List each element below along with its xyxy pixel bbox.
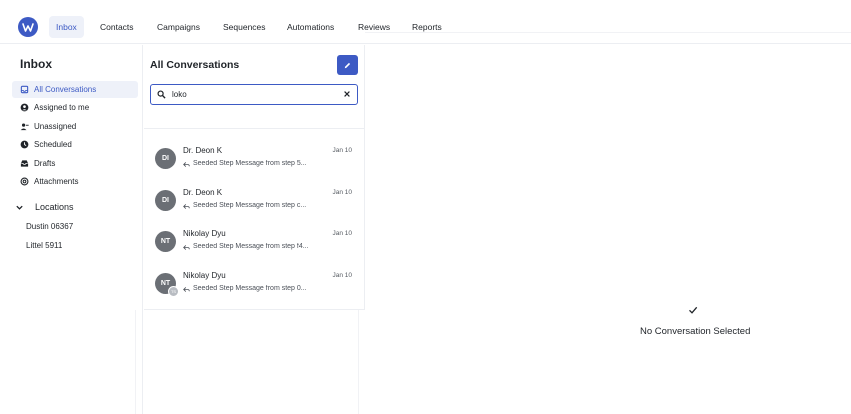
message-preview: Seeded Step Message from step f4... (183, 243, 318, 250)
inbox-icon (20, 85, 29, 94)
location-item-littel[interactable]: Littel 5911 (26, 241, 62, 250)
sidebar-item-drafts[interactable]: Drafts (12, 155, 138, 172)
message-preview-text: Seeded Step Message from step 5... (193, 160, 307, 167)
conversation-date: Jan 10 (332, 230, 352, 237)
sidebar-item-label: Unassigned (34, 122, 77, 131)
assignee-badge: TS (168, 286, 179, 297)
pencil-icon (344, 62, 351, 68)
tab-sequences[interactable]: Sequences (216, 16, 273, 38)
conversation-date: Jan 10 (332, 189, 352, 196)
tab-contacts[interactable]: Contacts (93, 16, 141, 38)
message-preview: Seeded Step Message from step c... (183, 202, 318, 209)
drafts-tray-icon (20, 159, 29, 168)
reply-arrow-icon (183, 204, 190, 209)
list-divider (144, 128, 365, 129)
attachment-icon (20, 177, 29, 186)
message-preview-text: Seeded Step Message from step c... (193, 202, 307, 209)
contact-name: Nikolay Dyu (183, 271, 226, 280)
reply-arrow-icon (183, 162, 190, 167)
clear-search-icon[interactable] (343, 90, 351, 98)
sidebar-item-unassigned[interactable]: Unassigned (12, 118, 138, 135)
conversation-item[interactable]: DI Dr. Deon K Jan 10 Seeded Step Message… (144, 142, 364, 183)
brand-logo-icon[interactable] (18, 17, 38, 37)
column-divider (135, 310, 136, 414)
location-item-dustin[interactable]: Dustin 06367 (26, 222, 73, 231)
conversation-list-title: All Conversations (150, 59, 240, 71)
conversation-item[interactable]: NT TS Nikolay Dyu Jan 10 Seeded Step Mes… (144, 267, 364, 308)
conversation-list-panel: All Conversations DI Dr. Deon K Jan 10 S… (144, 45, 365, 310)
reply-arrow-icon (183, 287, 190, 292)
top-navigation: Inbox Contacts Campaigns Sequences Autom… (0, 0, 851, 44)
chevron-down-icon (16, 205, 23, 210)
contact-name: Dr. Deon K (183, 146, 223, 155)
tab-reviews[interactable]: Reviews (351, 16, 397, 38)
avatar: DI (155, 190, 176, 211)
sidebar-item-label: Drafts (34, 159, 56, 168)
inbox-sidebar: Inbox All Conversations Assigned to me U… (0, 45, 143, 414)
conversation-item[interactable]: NT Nikolay Dyu Jan 10 Seeded Step Messag… (144, 225, 364, 266)
compose-button[interactable] (337, 55, 358, 75)
user-circle-icon (20, 103, 29, 112)
sidebar-title: Inbox (20, 57, 52, 71)
message-preview: Seeded Step Message from step 5... (183, 160, 318, 167)
sidebar-item-label: All Conversations (34, 85, 97, 94)
contact-name: Dr. Deon K (183, 188, 223, 197)
column-divider (358, 310, 359, 414)
user-minus-icon (20, 122, 29, 131)
contact-name: Nikolay Dyu (183, 229, 226, 238)
avatar: NT (155, 231, 176, 252)
clock-icon (20, 140, 29, 149)
search-input[interactable] (172, 88, 332, 101)
search-icon (157, 90, 166, 99)
tab-automations[interactable]: Automations (280, 16, 341, 38)
sidebar-item-scheduled[interactable]: Scheduled (12, 136, 138, 153)
sidebar-item-attachments[interactable]: Attachments (12, 173, 138, 190)
check-icon (689, 306, 698, 314)
message-preview-text: Seeded Step Message from step f4... (193, 243, 309, 250)
conversation-item[interactable]: DI Dr. Deon K Jan 10 Seeded Step Message… (144, 184, 364, 225)
sidebar-item-label: Assigned to me (34, 103, 90, 112)
conversation-date: Jan 10 (332, 147, 352, 154)
sidebar-item-label: Scheduled (34, 140, 72, 149)
tab-reports[interactable]: Reports (405, 16, 449, 38)
message-preview-text: Seeded Step Message from step 0... (193, 285, 307, 292)
empty-state-text: No Conversation Selected (640, 326, 751, 337)
conversation-date: Jan 10 (332, 272, 352, 279)
locations-label: Locations (35, 202, 74, 212)
sidebar-item-label: Attachments (34, 177, 79, 186)
sidebar-item-all-conversations[interactable]: All Conversations (12, 81, 138, 98)
header-divider (365, 32, 851, 33)
locations-toggle[interactable]: Locations (12, 199, 138, 216)
search-box (150, 84, 358, 105)
tab-campaigns[interactable]: Campaigns (150, 16, 207, 38)
reply-arrow-icon (183, 245, 190, 250)
sidebar-item-assigned-to-me[interactable]: Assigned to me (12, 99, 138, 116)
avatar: DI (155, 148, 176, 169)
tab-inbox[interactable]: Inbox (49, 16, 84, 38)
message-preview: Seeded Step Message from step 0... (183, 285, 318, 292)
